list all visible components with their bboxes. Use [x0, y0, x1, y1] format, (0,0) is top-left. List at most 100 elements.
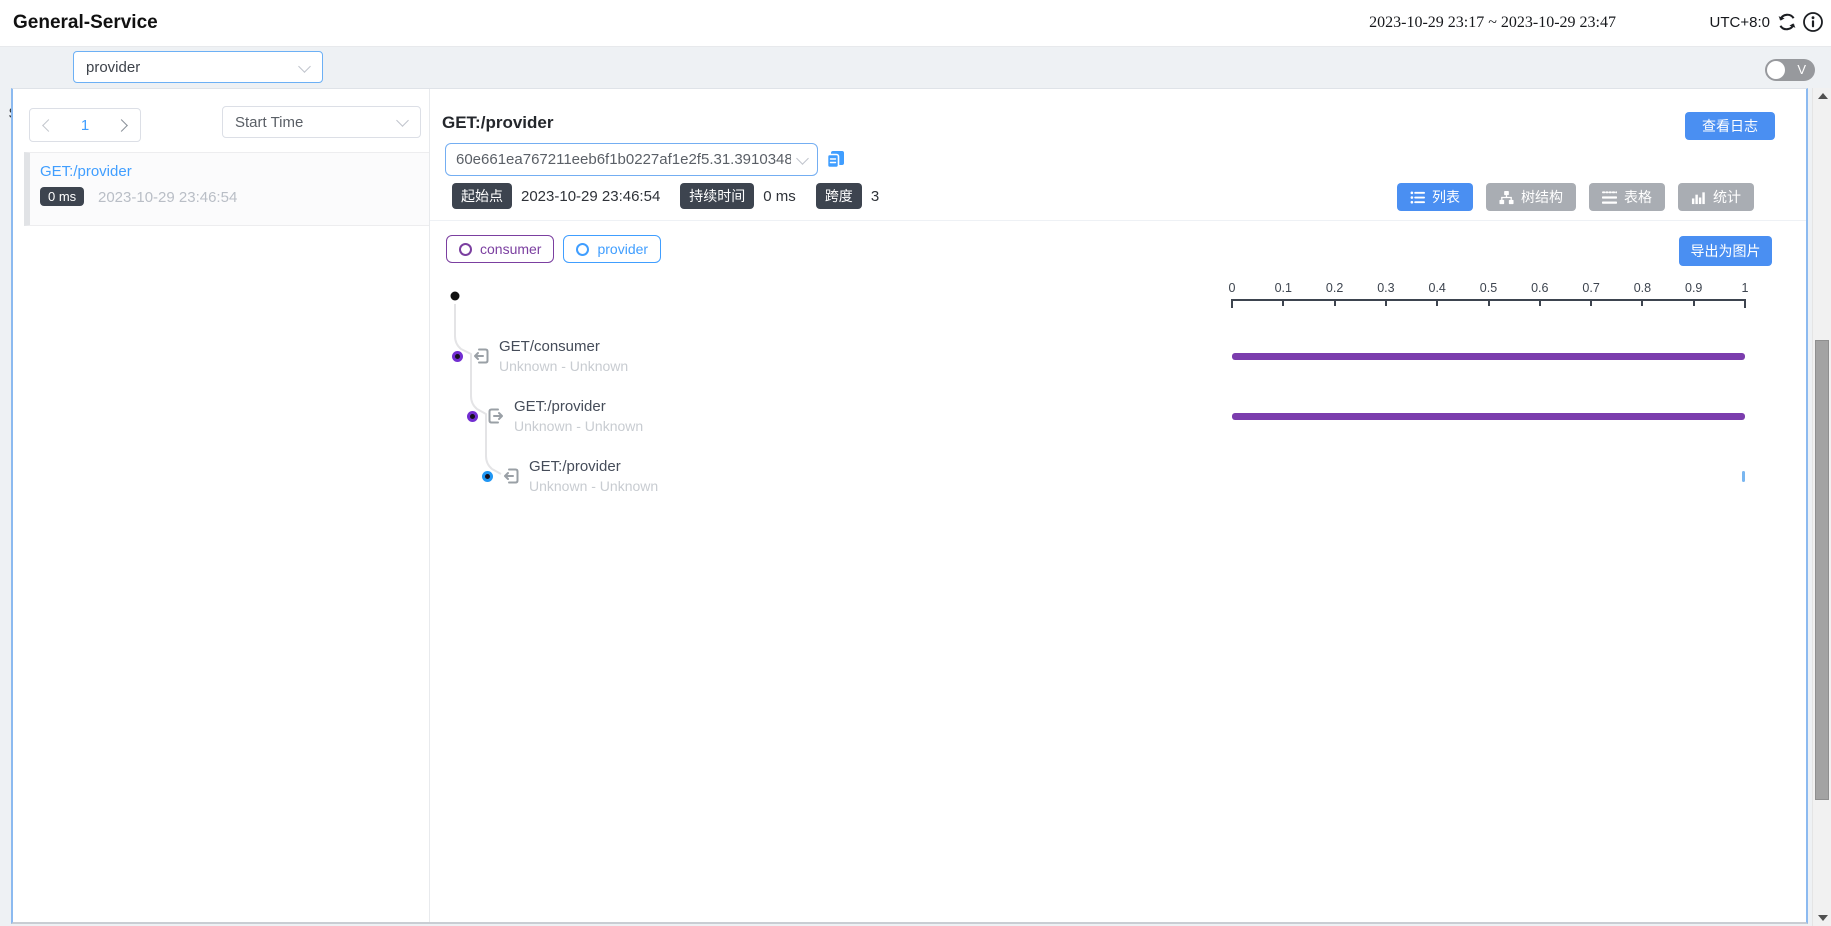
span-texts: GET:/provider Unknown - Unknown	[514, 398, 643, 434]
span-service-dot	[452, 351, 463, 362]
trace-id-select[interactable]: 60e661ea767211eeb6f1b0227af1e2f5.31.3910…	[445, 143, 818, 176]
chevron-down-icon	[396, 114, 409, 127]
export-image-button[interactable]: 导出为图片	[1679, 236, 1772, 266]
meta-value: 0 ms	[763, 188, 796, 205]
service-legend: consumer provider	[446, 235, 661, 263]
trace-panel: 1 Start Time GET:/provider 0 ms 2023-10-…	[11, 88, 1808, 924]
trace-meta-item: 起始点 2023-10-29 23:46:54	[452, 183, 660, 209]
axis-tick-label: 0.9	[1685, 281, 1702, 295]
view-mode-icon	[1410, 190, 1425, 205]
span-row[interactable]: GET:/provider Unknown - Unknown	[482, 446, 658, 506]
meta-value: 2023-10-29 23:46:54	[521, 188, 660, 205]
page-number[interactable]: 1	[81, 117, 89, 134]
span-name: GET/consumer	[499, 338, 628, 355]
trace-meta-item: 跨度 3	[816, 183, 879, 209]
span-endpoints: Unknown - Unknown	[529, 478, 658, 494]
copy-icon[interactable]	[825, 149, 846, 170]
duration-badge: 0 ms	[40, 187, 84, 206]
axis-tick-mark	[1744, 299, 1746, 308]
meta-value: 3	[871, 188, 879, 205]
axis-tick-mark	[1693, 299, 1695, 306]
legend-consumer[interactable]: consumer	[446, 235, 554, 263]
service-ring-icon	[576, 243, 589, 256]
meta-label-badge: 跨度	[816, 183, 862, 209]
view-logs-button[interactable]: 查看日志	[1685, 112, 1775, 140]
view-mode-list-button[interactable]: 列表	[1397, 183, 1473, 211]
sort-select[interactable]: Start Time	[222, 106, 421, 138]
view-mode-icon	[1499, 190, 1514, 205]
span-type-icon	[471, 346, 491, 366]
axis-tick-mark	[1539, 299, 1541, 306]
span-texts: GET:/provider Unknown - Unknown	[529, 458, 658, 494]
span-endpoints: Unknown - Unknown	[514, 418, 643, 434]
view-mode-label: 列表	[1432, 187, 1460, 207]
view-mode-buttons: 列表 树结构 表格 统计	[1397, 183, 1754, 211]
span-name: GET:/provider	[529, 458, 658, 475]
axis-tick-label: 0	[1229, 281, 1236, 295]
axis-tick-label: 0.4	[1428, 281, 1445, 295]
scroll-down-icon[interactable]	[1818, 915, 1828, 921]
span-duration-bar[interactable]	[1232, 353, 1745, 360]
axis-tick-mark	[1334, 299, 1336, 306]
app-header: General-Service 2023-10-29 23:17 ~ 2023-…	[0, 0, 1831, 47]
view-mode-table-button[interactable]: 表格	[1589, 183, 1665, 211]
toggle-label: V	[1797, 62, 1806, 77]
chevron-down-icon	[796, 152, 809, 165]
span-duration-bar[interactable]	[1232, 413, 1745, 420]
service-select-value: provider	[86, 59, 140, 76]
trace-meta-row: 起始点 2023-10-29 23:46:54 持续时间 0 ms 跨度 3	[452, 184, 879, 208]
info-icon[interactable]	[1802, 11, 1824, 33]
span-type-icon	[501, 466, 521, 486]
meta-label-badge: 起始点	[452, 183, 512, 209]
timezone[interactable]: UTC+8:0	[1710, 14, 1770, 31]
view-mode-tree-button[interactable]: 树结构	[1486, 183, 1576, 211]
span-endpoints: Unknown - Unknown	[499, 358, 628, 374]
time-range[interactable]: 2023-10-29 23:17 ~ 2023-10-29 23:47	[1369, 14, 1616, 32]
toggle-knob	[1767, 61, 1785, 79]
legend-provider[interactable]: provider	[563, 235, 661, 263]
axis-tick-mark	[1231, 299, 1233, 308]
axis-tick-label: 1	[1742, 281, 1749, 295]
view-mode-icon	[1602, 190, 1617, 205]
section-divider	[430, 220, 1806, 221]
span-type-icon	[486, 406, 506, 426]
meta-label-badge: 持续时间	[680, 183, 754, 209]
axis-tick-mark	[1590, 299, 1592, 306]
axis-tick-mark	[1641, 299, 1643, 306]
trace-id-value: 60e661ea767211eeb6f1b0227af1e2f5.31.3910…	[456, 151, 791, 168]
view-mode-label: 表格	[1624, 187, 1652, 207]
view-mode-label: 树结构	[1521, 187, 1563, 207]
trace-name-link[interactable]: GET:/provider	[40, 163, 132, 180]
span-duration-bar[interactable]	[1742, 471, 1745, 482]
span-row[interactable]: GET:/provider Unknown - Unknown	[467, 386, 643, 446]
span-service-dot	[482, 471, 493, 482]
axis-tick-mark	[1282, 299, 1284, 306]
legend-label: provider	[597, 241, 648, 257]
axis-tick-label: 0.2	[1326, 281, 1343, 295]
legend-label: consumer	[480, 241, 541, 257]
view-mode-label: 统计	[1713, 187, 1741, 207]
span-row[interactable]: GET/consumer Unknown - Unknown	[452, 326, 628, 386]
trace-meta-item: 持续时间 0 ms	[680, 183, 796, 209]
prev-page-icon[interactable]	[42, 119, 55, 132]
timeline-axis: 00.10.20.30.40.50.60.70.80.91	[1232, 281, 1745, 311]
next-page-icon[interactable]	[115, 119, 128, 132]
view-mode-stats-button[interactable]: 统计	[1678, 183, 1754, 211]
scrollbar[interactable]	[1812, 88, 1831, 926]
trace-list-item[interactable]: GET:/provider 0 ms 2023-10-29 23:46:54	[24, 152, 429, 226]
root-span-dot	[451, 292, 460, 301]
service-ring-icon	[459, 243, 472, 256]
axis-tick-label: 0.5	[1480, 281, 1497, 295]
span-service-dot	[467, 411, 478, 422]
panel-divider	[429, 89, 430, 922]
axis-tick-mark	[1385, 299, 1387, 306]
version-toggle[interactable]: V	[1765, 59, 1815, 81]
scroll-up-icon[interactable]	[1818, 93, 1828, 99]
view-mode-icon	[1691, 190, 1706, 205]
axis-tick-label: 0.3	[1377, 281, 1394, 295]
service-select[interactable]: provider	[73, 51, 323, 83]
axis-tick-mark	[1436, 299, 1438, 306]
axis-tick-mark	[1488, 299, 1490, 306]
refresh-icon[interactable]	[1776, 11, 1798, 33]
scrollbar-thumb[interactable]	[1815, 340, 1829, 800]
